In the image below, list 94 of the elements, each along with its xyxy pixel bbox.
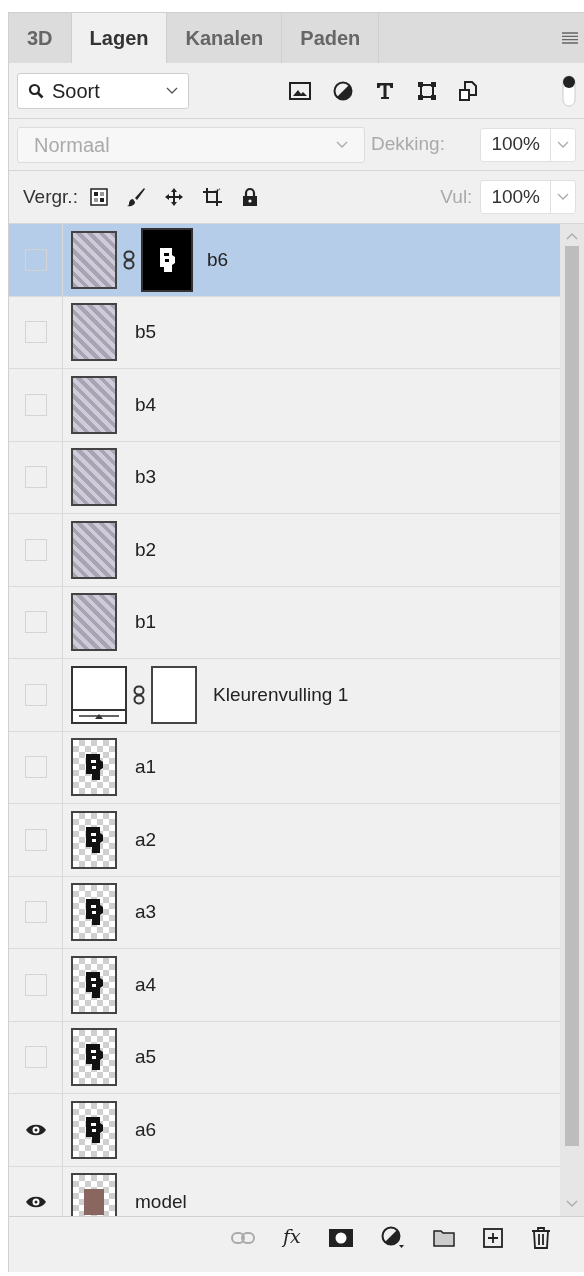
layer-thumbnail — [71, 593, 117, 652]
visibility-checkbox[interactable] — [24, 1046, 47, 1069]
link-icon[interactable] — [123, 249, 135, 270]
scrollbar-thumb[interactable] — [565, 246, 579, 1146]
layer-row[interactable]: b4 — [9, 369, 560, 442]
type-icon[interactable] — [375, 81, 395, 100]
smart-object-icon[interactable] — [459, 80, 477, 101]
layer-row[interactable]: b3 — [9, 441, 560, 514]
folder-icon[interactable] — [432, 1228, 455, 1247]
search-icon — [28, 82, 44, 99]
layer-name: a2 — [135, 827, 157, 852]
layer-thumbnail — [71, 520, 117, 579]
panel-tab[interactable]: Paden — [282, 13, 380, 63]
mask-icon[interactable] — [328, 1228, 353, 1247]
layer-row[interactable]: b2 — [9, 514, 560, 587]
panel-tab[interactable]: Kanalen — [167, 13, 283, 63]
shape-icon[interactable] — [417, 80, 437, 101]
eye-icon[interactable] — [24, 1195, 47, 1210]
visibility-checkbox[interactable] — [24, 901, 47, 924]
checker-icon[interactable] — [89, 188, 108, 206]
move-icon[interactable] — [163, 187, 184, 207]
toggle-switch-icon[interactable] — [562, 74, 576, 107]
image-icon[interactable] — [289, 81, 311, 100]
layer-thumbnail — [71, 230, 117, 289]
layer-thumbnail — [71, 448, 117, 507]
layer-name: Kleurenvulling 1 — [213, 682, 349, 707]
visibility-checkbox[interactable] — [24, 828, 47, 851]
layer-row[interactable]: b5 — [9, 296, 560, 369]
layer-name: a6 — [135, 1117, 157, 1142]
chevron-down-icon — [336, 140, 348, 149]
panel-tab[interactable]: 3D — [9, 13, 72, 63]
layer-name: b6 — [207, 247, 229, 272]
layer-name: b4 — [135, 392, 157, 417]
new-layer-icon[interactable] — [482, 1227, 503, 1248]
layer-row[interactable]: a1 — [9, 731, 560, 804]
menu-icon[interactable] — [562, 32, 578, 44]
layer-name: a1 — [135, 755, 157, 779]
brush-icon[interactable] — [125, 187, 146, 207]
effects-button[interactable]: fx — [283, 1227, 301, 1248]
layer-row[interactable]: a3 — [9, 876, 560, 949]
layer-row[interactable]: a5 — [9, 1021, 560, 1094]
layer-row[interactable]: a2 — [9, 804, 560, 877]
trash-icon[interactable] — [530, 1226, 551, 1249]
panel-tab[interactable]: Lagen — [71, 13, 168, 63]
visibility-checkbox[interactable] — [24, 756, 47, 779]
layer-name: b1 — [135, 610, 157, 634]
layer-row[interactable]: b1 — [9, 586, 560, 659]
visibility-checkbox[interactable] — [24, 973, 47, 996]
visibility-checkbox[interactable] — [24, 466, 47, 489]
visibility-checkbox[interactable] — [24, 611, 47, 634]
lock-label: Vergr.: — [23, 184, 78, 209]
layer-name: a5 — [135, 1045, 157, 1069]
layer-name: b3 — [135, 465, 157, 489]
chevron-down-icon — [166, 86, 178, 95]
layer-thumbnail — [71, 303, 117, 362]
filter-dropdown[interactable]: Soort — [17, 72, 189, 109]
layer-name: a4 — [135, 972, 157, 997]
layer-thumbnail — [71, 883, 117, 942]
layer-row[interactable]: b6 — [9, 224, 560, 297]
chevron-down-icon — [557, 140, 569, 149]
lock-icon[interactable] — [241, 187, 258, 207]
opacity-label: Dekking: — [371, 132, 445, 157]
opacity-field[interactable]: 100% — [480, 127, 576, 162]
layer-thumbnail — [71, 810, 117, 869]
half-circle-icon[interactable] — [380, 1225, 405, 1250]
scrollbar[interactable] — [560, 224, 584, 1216]
layer-name: b5 — [135, 320, 157, 344]
crop-icon[interactable] — [201, 187, 224, 207]
layer-thumbnail — [71, 375, 117, 434]
link-icon[interactable] — [133, 684, 145, 705]
half-circle-icon[interactable] — [333, 80, 353, 101]
visibility-checkbox[interactable] — [24, 393, 47, 416]
layer-name: a3 — [135, 900, 157, 924]
visibility-checkbox[interactable] — [24, 683, 47, 706]
layer-thumbnail — [71, 1028, 117, 1087]
layer-row[interactable]: a6 — [9, 1094, 560, 1167]
fill-field[interactable]: 100% — [480, 180, 576, 214]
layer-mask-thumbnail[interactable] — [151, 665, 197, 724]
layer-row[interactable]: Kleurenvulling 1 — [9, 659, 560, 732]
fill-label: Vul: — [440, 184, 473, 209]
layer-mask-thumbnail[interactable] — [141, 227, 193, 292]
layer-thumbnail — [71, 955, 117, 1014]
layer-name: b2 — [135, 537, 157, 562]
layer-thumbnail — [71, 1100, 117, 1159]
eye-icon[interactable] — [24, 1122, 47, 1137]
layer-name: model — [135, 1190, 187, 1214]
visibility-checkbox[interactable] — [24, 321, 47, 344]
visibility-checkbox[interactable] — [24, 538, 47, 561]
visibility-checkbox[interactable] — [24, 248, 47, 271]
layer-thumbnail — [71, 1173, 117, 1216]
layer-row[interactable]: a4 — [9, 949, 560, 1022]
chevron-down-icon — [557, 193, 569, 201]
fill-layer-thumbnail — [71, 665, 127, 724]
layer-thumbnail — [71, 738, 117, 797]
